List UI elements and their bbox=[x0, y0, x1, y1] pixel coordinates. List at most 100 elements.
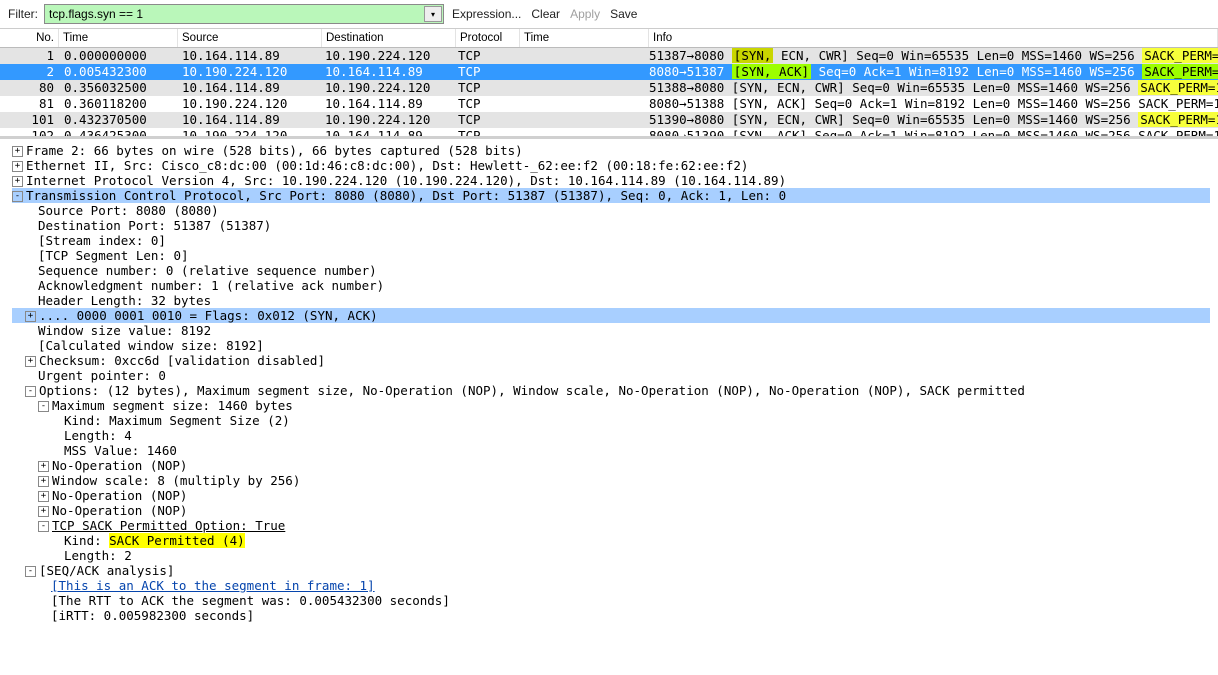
packet-row[interactable]: 1010.43237050010.164.114.8910.190.224.12… bbox=[0, 112, 1218, 128]
expand-icon[interactable]: + bbox=[25, 356, 36, 367]
chevron-down-icon: ▾ bbox=[431, 10, 435, 19]
col-header-info[interactable]: Info bbox=[649, 29, 1218, 47]
packet-row[interactable]: 800.35603250010.164.114.8910.190.224.120… bbox=[0, 80, 1218, 96]
expand-icon[interactable]: + bbox=[25, 311, 36, 322]
cell-time2 bbox=[517, 80, 645, 96]
opt-nop: No-Operation (NOP) bbox=[52, 458, 187, 473]
expand-icon[interactable]: + bbox=[12, 161, 23, 172]
collapse-icon[interactable]: - bbox=[25, 386, 36, 397]
cell-time: 0.360118200 bbox=[60, 96, 178, 112]
cell-time2 bbox=[517, 128, 645, 136]
packet-details[interactable]: +Frame 2: 66 bytes on wire (528 bits), 6… bbox=[0, 139, 1218, 643]
save-button[interactable]: Save bbox=[608, 7, 639, 21]
cell-no: 80 bbox=[0, 80, 60, 96]
opt-sack-len: Length: 2 bbox=[64, 548, 132, 563]
cell-info: 8080→51387 [SYN, ACK] Seq=0 Ack=1 Win=81… bbox=[645, 64, 1218, 80]
col-header-no[interactable]: No. bbox=[0, 29, 59, 47]
cell-no: 1 bbox=[0, 48, 60, 64]
tcp-summary: Transmission Control Protocol, Src Port:… bbox=[26, 188, 786, 203]
filter-input[interactable] bbox=[44, 4, 444, 24]
opt-sack-kind: SACK Permitted (4) bbox=[109, 533, 244, 548]
expand-icon[interactable]: + bbox=[38, 476, 49, 487]
cell-time: 0.000000000 bbox=[60, 48, 178, 64]
opt-wscale: Window scale: 8 (multiply by 256) bbox=[52, 473, 300, 488]
tcp-options: Options: (12 bytes), Maximum segment siz… bbox=[39, 383, 1025, 398]
expand-icon[interactable]: + bbox=[12, 176, 23, 187]
ethernet-summary: Ethernet II, Src: Cisco_c8:dc:00 (00:1d:… bbox=[26, 158, 748, 173]
cell-source: 10.190.224.120 bbox=[178, 96, 321, 112]
cell-time: 0.432370500 bbox=[60, 112, 178, 128]
col-header-dest[interactable]: Destination bbox=[322, 29, 456, 47]
seqack-analysis: [SEQ/ACK analysis] bbox=[39, 563, 174, 578]
cell-proto: TCP bbox=[454, 112, 517, 128]
packet-row[interactable]: 810.36011820010.190.224.12010.164.114.89… bbox=[0, 96, 1218, 112]
packet-list: No. Time Source Destination Protocol Tim… bbox=[0, 29, 1218, 139]
col-header-proto[interactable]: Protocol bbox=[456, 29, 520, 47]
frame-summary: Frame 2: 66 bytes on wire (528 bits), 66… bbox=[26, 143, 523, 158]
filter-label: Filter: bbox=[8, 7, 38, 21]
cell-info: 51387→8080 [SYN, ECN, CWR] Seq=0 Win=655… bbox=[645, 48, 1218, 64]
cell-dest: 10.164.114.89 bbox=[321, 96, 454, 112]
collapse-icon[interactable]: - bbox=[25, 566, 36, 577]
tcp-stream: [Stream index: 0] bbox=[38, 233, 166, 248]
cell-proto: TCP bbox=[454, 48, 517, 64]
cell-source: 10.164.114.89 bbox=[178, 80, 321, 96]
cell-source: 10.164.114.89 bbox=[178, 112, 321, 128]
cell-source: 10.190.224.120 bbox=[178, 64, 321, 80]
cell-source: 10.190.224.120 bbox=[178, 128, 321, 136]
packet-row[interactable]: 20.00543230010.190.224.12010.164.114.89T… bbox=[0, 64, 1218, 80]
expand-icon[interactable]: + bbox=[38, 491, 49, 502]
filter-dropdown-button[interactable]: ▾ bbox=[424, 6, 442, 22]
cell-info: 51388→8080 [SYN, ECN, CWR] Seq=0 Win=655… bbox=[645, 80, 1218, 96]
clear-button[interactable]: Clear bbox=[529, 7, 562, 21]
opt-mss-val: MSS Value: 1460 bbox=[64, 443, 177, 458]
opt-sack-kind-prefix: Kind: bbox=[64, 533, 109, 548]
tcp-calcwin: [Calculated window size: 8192] bbox=[38, 338, 264, 353]
col-header-source[interactable]: Source bbox=[178, 29, 322, 47]
ip-summary: Internet Protocol Version 4, Src: 10.190… bbox=[26, 173, 786, 188]
expand-icon[interactable]: + bbox=[12, 146, 23, 157]
cell-source: 10.164.114.89 bbox=[178, 48, 321, 64]
col-header-time2[interactable]: Time bbox=[520, 29, 649, 47]
packet-list-header: No. Time Source Destination Protocol Tim… bbox=[0, 29, 1218, 48]
cell-time2 bbox=[517, 96, 645, 112]
cell-dest: 10.190.224.120 bbox=[321, 112, 454, 128]
collapse-icon[interactable]: - bbox=[38, 521, 49, 532]
cell-proto: TCP bbox=[454, 96, 517, 112]
tcp-checksum: Checksum: 0xcc6d [validation disabled] bbox=[39, 353, 325, 368]
opt-sackperm: TCP SACK Permitted Option: True bbox=[52, 518, 285, 533]
cell-time2 bbox=[517, 64, 645, 80]
expression-button[interactable]: Expression... bbox=[450, 7, 523, 21]
col-header-time[interactable]: Time bbox=[59, 29, 178, 47]
cell-dest: 10.190.224.120 bbox=[321, 48, 454, 64]
cell-no: 81 bbox=[0, 96, 60, 112]
expand-icon[interactable]: + bbox=[38, 461, 49, 472]
opt-mss-kind: Kind: Maximum Segment Size (2) bbox=[64, 413, 290, 428]
tcp-winval: Window size value: 8192 bbox=[38, 323, 211, 338]
filter-input-wrap: ▾ bbox=[44, 4, 444, 24]
filter-toolbar: Filter: ▾ Expression... Clear Apply Save bbox=[0, 0, 1218, 29]
cell-no: 2 bbox=[0, 64, 60, 80]
packet-row[interactable]: 10.00000000010.164.114.8910.190.224.120T… bbox=[0, 48, 1218, 64]
tcp-urgent: Urgent pointer: 0 bbox=[38, 368, 166, 383]
expand-icon[interactable]: + bbox=[38, 506, 49, 517]
tcp-hdrlen: Header Length: 32 bytes bbox=[38, 293, 211, 308]
cell-info: 51390→8080 [SYN, ECN, CWR] Seq=0 Win=655… bbox=[645, 112, 1218, 128]
tcp-acknum: Acknowledgment number: 1 (relative ack n… bbox=[38, 278, 384, 293]
ack-link[interactable]: [This is an ACK to the segment in frame:… bbox=[51, 578, 375, 593]
cell-no: 102 bbox=[0, 128, 60, 136]
cell-info: 8080→51390 [SYN, ACK] Seq=0 Ack=1 Win=81… bbox=[645, 128, 1218, 136]
collapse-icon[interactable]: - bbox=[12, 191, 23, 202]
cell-dest: 10.164.114.89 bbox=[321, 128, 454, 136]
cell-proto: TCP bbox=[454, 80, 517, 96]
opt-nop: No-Operation (NOP) bbox=[52, 503, 187, 518]
irtt-value: [iRTT: 0.005982300 seconds] bbox=[51, 608, 254, 623]
tcp-seqnum: Sequence number: 0 (relative sequence nu… bbox=[38, 263, 377, 278]
packet-row[interactable]: 1020.43642530010.190.224.12010.164.114.8… bbox=[0, 128, 1218, 136]
cell-time: 0.436425300 bbox=[60, 128, 178, 136]
tcp-dstport: Destination Port: 51387 (51387) bbox=[38, 218, 271, 233]
collapse-icon[interactable]: - bbox=[38, 401, 49, 412]
apply-button[interactable]: Apply bbox=[568, 7, 602, 21]
tcp-seglen: [TCP Segment Len: 0] bbox=[38, 248, 189, 263]
cell-time2 bbox=[517, 48, 645, 64]
